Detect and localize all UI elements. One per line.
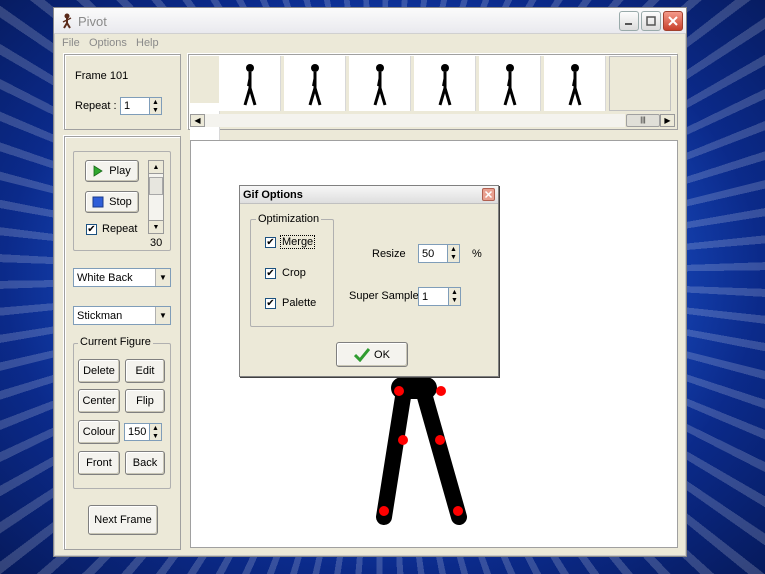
stickman-thumbnail bbox=[438, 64, 452, 106]
stickman-thumbnail bbox=[568, 64, 582, 106]
frame-info-panel: Frame 101 Repeat : 1 ▲ ▼ bbox=[64, 54, 181, 130]
chevron-down-icon: ▼ bbox=[155, 269, 170, 286]
speed-scroll-thumb[interactable] bbox=[149, 177, 163, 195]
frame-thumbnail[interactable] bbox=[284, 56, 346, 111]
joint-handle[interactable] bbox=[394, 386, 404, 396]
edit-button[interactable]: Edit bbox=[125, 359, 165, 383]
close-icon bbox=[668, 16, 678, 26]
joint-handle[interactable] bbox=[435, 435, 445, 445]
dialog-close-button[interactable] bbox=[482, 188, 495, 201]
frame-thumbnail[interactable] bbox=[479, 56, 541, 111]
delete-button[interactable]: Delete bbox=[78, 359, 120, 383]
joint-handle[interactable] bbox=[453, 506, 463, 516]
menu-options[interactable]: Options bbox=[89, 37, 127, 49]
play-button[interactable]: Play bbox=[85, 160, 139, 182]
horizontal-scrollbar-thumb[interactable]: ||| bbox=[626, 114, 660, 127]
colour-input[interactable]: 150 bbox=[124, 423, 150, 441]
flip-button[interactable]: Flip bbox=[125, 389, 165, 413]
speed-scrollbar[interactable]: ▲ ▼ bbox=[148, 160, 164, 234]
repeat-input[interactable]: 1 bbox=[120, 97, 150, 115]
front-button[interactable]: Front bbox=[78, 451, 120, 475]
close-button[interactable] bbox=[663, 11, 683, 31]
spin-down-icon: ▼ bbox=[451, 297, 458, 305]
super-sample-spinner[interactable]: ▲ ▼ bbox=[448, 287, 461, 306]
stickman-app-icon bbox=[62, 13, 72, 29]
maximize-button[interactable] bbox=[641, 11, 661, 31]
play-icon bbox=[93, 165, 104, 177]
minimize-button[interactable] bbox=[619, 11, 639, 31]
arrow-left-icon: ◀ bbox=[194, 116, 201, 125]
dialog-title-bar[interactable]: Gif Options bbox=[240, 186, 498, 204]
stop-icon bbox=[92, 196, 104, 208]
menu-help[interactable]: Help bbox=[136, 37, 159, 49]
super-sample-label: Super Sample bbox=[349, 290, 419, 302]
checkmark-icon bbox=[354, 347, 371, 362]
palette-checkbox[interactable]: ✔ bbox=[265, 298, 276, 309]
resize-label: Resize bbox=[372, 248, 406, 260]
resize-spinner[interactable]: ▲ ▼ bbox=[447, 244, 460, 263]
dialog-title: Gif Options bbox=[243, 189, 303, 201]
colour-button[interactable]: Colour bbox=[78, 420, 120, 444]
next-frame-button[interactable]: Next Frame bbox=[88, 505, 158, 535]
stickman-thumbnail bbox=[373, 64, 387, 106]
scroll-down-icon[interactable]: ▼ bbox=[149, 220, 163, 233]
stickman-thumbnail bbox=[503, 64, 517, 106]
horizontal-scrollbar-track[interactable] bbox=[205, 114, 625, 127]
spin-up-icon: ▲ bbox=[152, 424, 159, 432]
frame-thumbnail[interactable] bbox=[219, 56, 281, 111]
repeat-checkbox-label: Repeat bbox=[102, 223, 138, 235]
scroll-up-icon[interactable]: ▲ bbox=[149, 161, 163, 174]
stickman-thumbnail bbox=[308, 64, 322, 106]
frame-thumbnail[interactable] bbox=[414, 56, 476, 111]
optimization-legend: Optimization bbox=[256, 213, 322, 225]
background-select[interactable]: White Back ▼ bbox=[73, 268, 171, 287]
ok-button[interactable]: OK bbox=[336, 342, 408, 367]
repeat-checkbox[interactable]: ✔ bbox=[86, 224, 97, 235]
spin-down-icon: ▼ bbox=[152, 432, 159, 440]
arrow-right-icon: ▶ bbox=[664, 116, 671, 125]
frame-thumbnail[interactable] bbox=[349, 56, 411, 111]
close-icon bbox=[484, 190, 493, 199]
spin-down-icon: ▼ bbox=[152, 106, 159, 114]
chevron-down-icon: ▼ bbox=[155, 307, 170, 324]
spin-up-icon: ▲ bbox=[451, 288, 458, 296]
frame-thumbnail[interactable] bbox=[544, 56, 606, 111]
speed-value: 30 bbox=[150, 237, 163, 249]
merge-label: Merge bbox=[279, 235, 316, 249]
minimize-icon bbox=[625, 23, 632, 25]
center-button[interactable]: Center bbox=[78, 389, 120, 413]
repeat-label: Repeat : bbox=[75, 100, 117, 112]
frame-thumbnail-empty[interactable] bbox=[609, 56, 671, 111]
menu-file[interactable]: File bbox=[62, 37, 80, 49]
frame-label: Frame 101 bbox=[75, 70, 129, 82]
stop-button[interactable]: Stop bbox=[85, 191, 139, 213]
merge-checkbox[interactable]: ✔ bbox=[265, 237, 276, 248]
crop-checkbox[interactable]: ✔ bbox=[265, 268, 276, 279]
joint-handle[interactable] bbox=[379, 506, 389, 516]
scroll-right-button[interactable]: ▶ bbox=[660, 114, 675, 127]
menu-bar: File Options Help bbox=[54, 35, 686, 53]
repeat-spinner[interactable]: ▲ ▼ bbox=[149, 97, 162, 115]
crop-label: Crop bbox=[282, 267, 306, 279]
stickman-thumbnail bbox=[243, 64, 257, 106]
window-title: Pivot bbox=[78, 14, 107, 29]
colour-spinner[interactable]: ▲ ▼ bbox=[149, 423, 162, 441]
percent-label: % bbox=[472, 248, 482, 260]
scroll-left-button[interactable]: ◀ bbox=[190, 114, 205, 127]
back-button[interactable]: Back bbox=[125, 451, 165, 475]
figure-select[interactable]: Stickman ▼ bbox=[73, 306, 171, 325]
super-sample-input[interactable]: 1 bbox=[418, 287, 449, 306]
resize-input[interactable]: 50 bbox=[418, 244, 448, 263]
title-bar[interactable]: Pivot bbox=[54, 8, 686, 34]
palette-label: Palette bbox=[282, 297, 317, 309]
spin-up-icon: ▲ bbox=[450, 245, 457, 253]
joint-handle[interactable] bbox=[398, 435, 408, 445]
gif-options-dialog: Gif Options Optimization ✔ Merge ✔ Crop … bbox=[239, 185, 499, 377]
spin-down-icon: ▼ bbox=[450, 254, 457, 262]
spin-up-icon: ▲ bbox=[152, 98, 159, 106]
maximize-icon bbox=[646, 16, 656, 26]
joint-handle[interactable] bbox=[436, 386, 446, 396]
current-figure-legend: Current Figure bbox=[78, 336, 153, 348]
